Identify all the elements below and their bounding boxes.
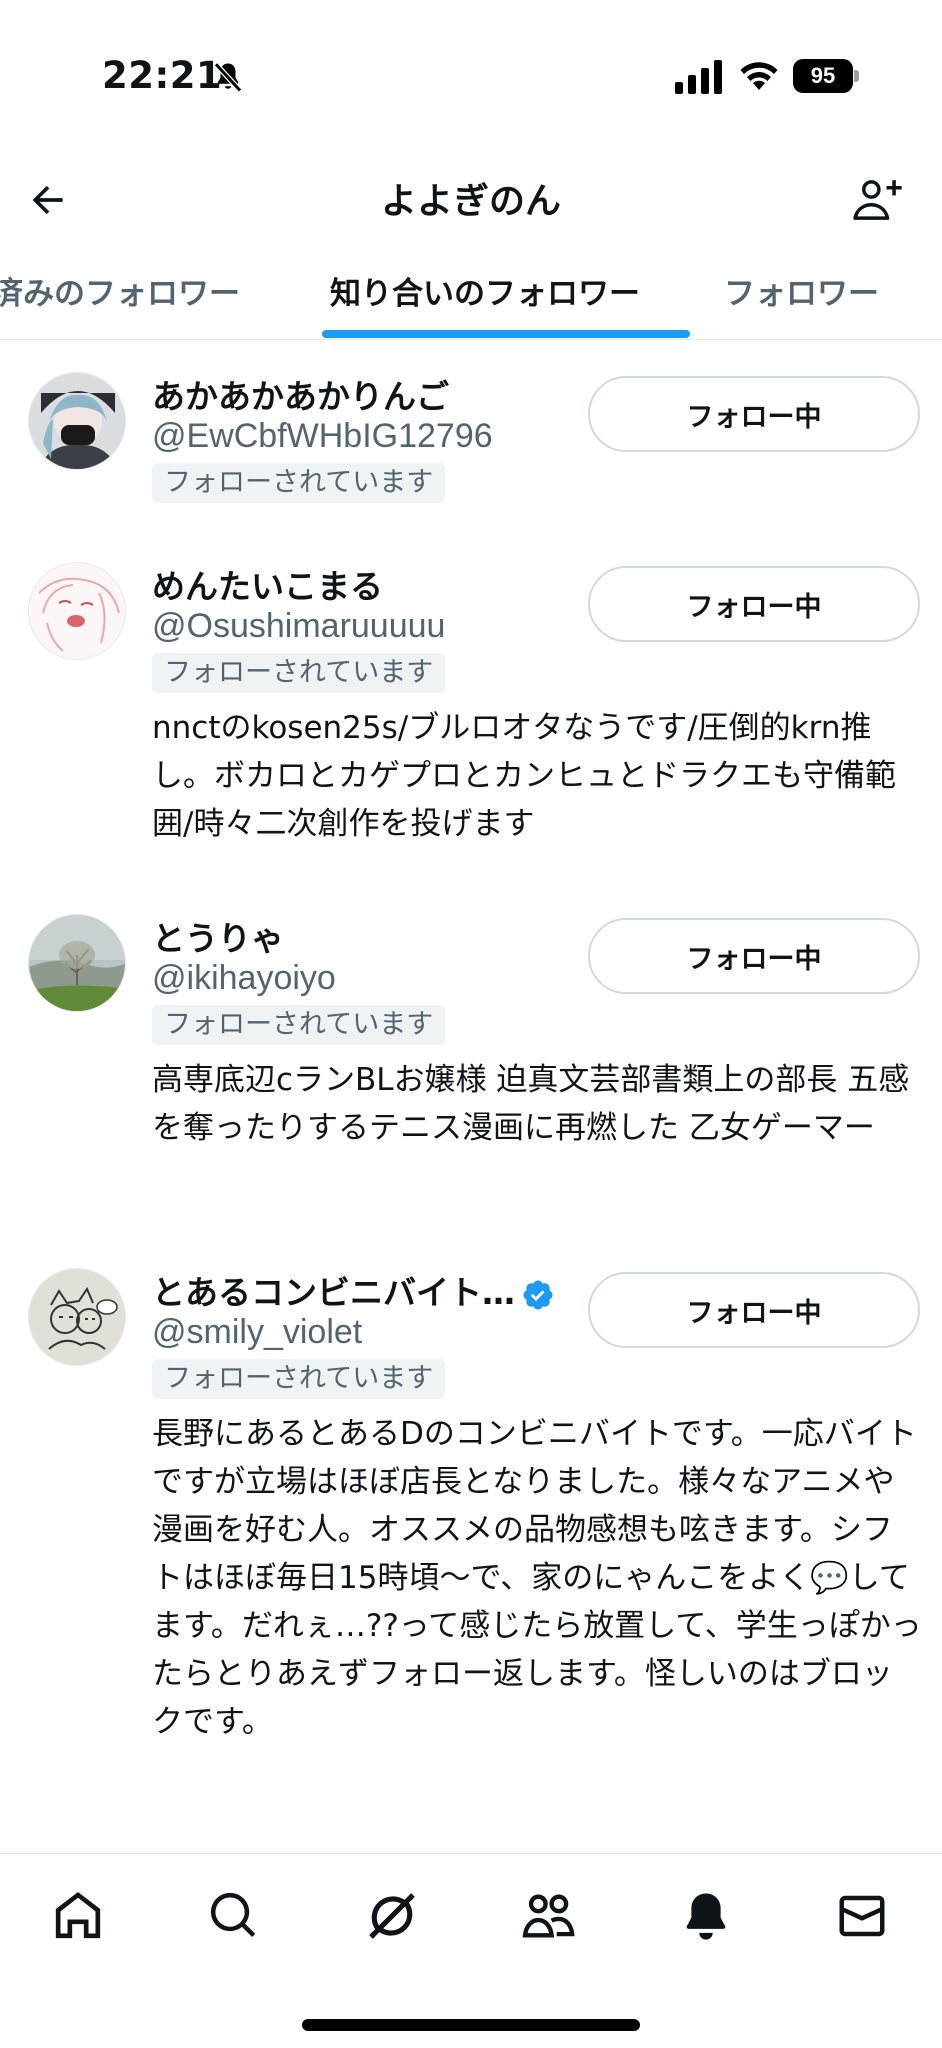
following-button[interactable]: フォロー中 — [588, 566, 920, 642]
avatar[interactable] — [28, 1268, 126, 1366]
avatar[interactable] — [28, 372, 126, 470]
nav-grok[interactable] — [360, 1884, 424, 1948]
user-bio: 長野にあるとあるDのコンビニバイトです。一応バイトですが立場はほぼ店長となりまし… — [152, 1416, 922, 1740]
messages-icon — [839, 1895, 885, 1937]
user-handle: @ikihayoiyo — [152, 959, 336, 997]
battery-level: 95 — [793, 59, 853, 93]
user-handle: @EwCbfWHbIG12796 — [152, 417, 493, 455]
user-bio: nnctのkosen25s/ブルロオタなうです/圧倒的krn推し。ボカロとカゲプ… — [152, 710, 896, 842]
bottom-nav — [0, 1853, 942, 2048]
user-name: めんたいこまる — [152, 567, 383, 606]
user-name: あかあかあかりんご — [152, 377, 449, 416]
user-name: とうりゃ — [152, 919, 284, 958]
following-button[interactable]: フォロー中 — [588, 918, 920, 994]
following-button[interactable]: フォロー中 — [588, 376, 920, 452]
nav-communities[interactable] — [516, 1884, 580, 1948]
tab-followers[interactable]: フォロワー — [724, 268, 879, 313]
tab-verified-followers[interactable]: 済みのフォロワー — [0, 268, 240, 313]
nav-messages[interactable] — [830, 1884, 894, 1948]
following-button[interactable]: フォロー中 — [588, 1272, 920, 1348]
avatar[interactable] — [28, 562, 126, 660]
tab-followers-you-know[interactable]: 知り合いのフォロワー — [330, 268, 640, 313]
nav-search[interactable] — [202, 1884, 266, 1948]
verified-badge-icon — [523, 1279, 553, 1310]
user-name-text: とあるコンビニバイト… — [152, 1273, 515, 1312]
home-icon — [55, 1891, 101, 1939]
notifications-icon — [686, 1893, 726, 1940]
signal-icon — [675, 60, 722, 94]
list-item[interactable]: とうりゃ @ikihayoiyo フォローされています フォロー中 高専底辺cラ… — [0, 882, 942, 1236]
communities-icon — [522, 1894, 575, 1938]
follows-you-badge: フォローされています — [152, 1359, 446, 1399]
user-bio: 高専底辺cランBLお嬢様 迫真文芸部書類上の部長 五感を奪ったりするテニス漫画に… — [152, 1062, 910, 1146]
list-item[interactable]: とあるコンビニバイト… @smily_violet フォローされています フォロ… — [0, 1236, 942, 1836]
grok-icon — [369, 1893, 415, 1939]
follows-you-badge: フォローされています — [152, 653, 446, 693]
follows-you-badge: フォローされています — [152, 463, 446, 503]
user-handle: @smily_violet — [152, 1313, 363, 1351]
status-time: 22:21 — [102, 54, 223, 97]
bell-off-icon — [214, 62, 242, 93]
home-indicator[interactable] — [302, 2019, 640, 2031]
nav-header: よよぎのん — [0, 150, 942, 250]
battery-icon: 95 — [793, 59, 859, 93]
follows-you-badge: フォローされています — [152, 1005, 446, 1045]
nav-home[interactable] — [46, 1884, 110, 1948]
user-name: とあるコンビニバイト… — [152, 1266, 555, 1314]
add-user-button[interactable] — [846, 170, 906, 230]
list-item[interactable]: めんたいこまる @Osushimaruuuuu フォローされています フォロー中… — [0, 530, 942, 882]
nav-notifications[interactable] — [674, 1884, 738, 1948]
tab-bar: 済みのフォロワー 知り合いのフォロワー フォロワー — [0, 250, 942, 340]
user-handle: @Osushimaruuuuu — [152, 607, 446, 645]
active-tab-indicator — [322, 330, 690, 338]
add-user-icon — [853, 180, 902, 220]
page-title: よよぎのん — [380, 181, 561, 222]
wifi-icon — [740, 62, 778, 90]
avatar[interactable] — [28, 914, 126, 1012]
search-icon — [210, 1892, 256, 1938]
list-item[interactable]: あかあかあかりんご @EwCbfWHbIG12796 フォローされています フォ… — [0, 340, 942, 530]
status-bar: 22:21 95 — [0, 0, 942, 150]
